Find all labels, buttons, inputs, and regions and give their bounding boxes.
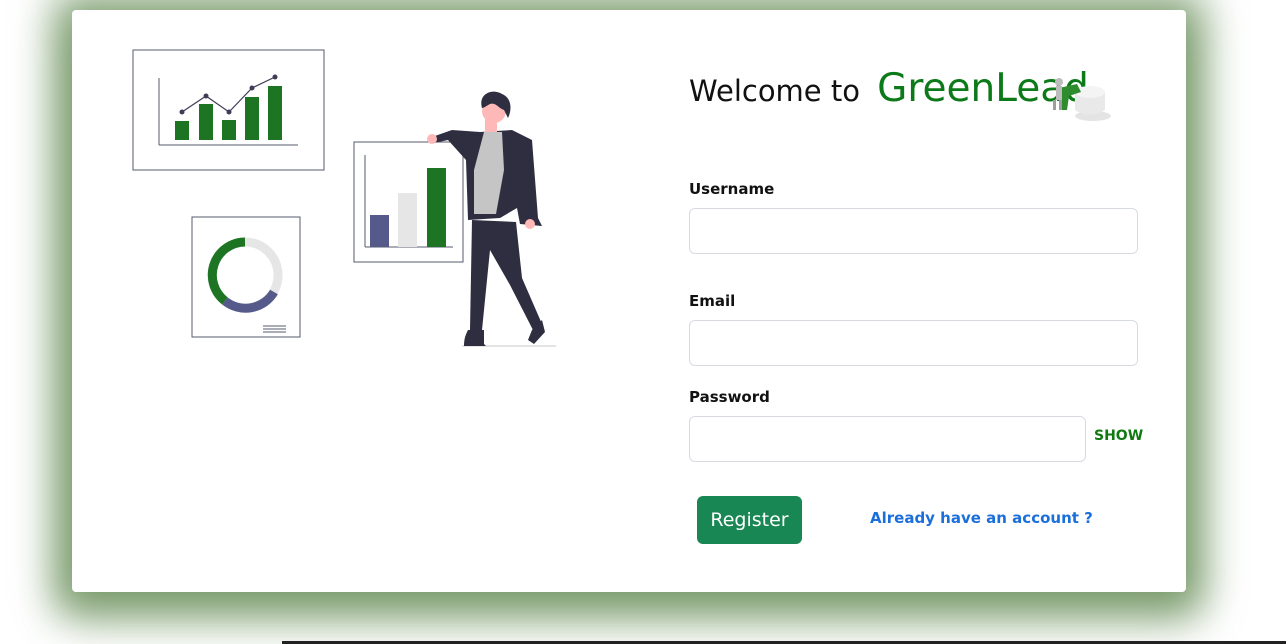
people-puzzle-logo-icon <box>1053 78 1111 121</box>
register-card: Welcome to GreenLead Username Email Pass… <box>72 10 1186 592</box>
show-password-toggle[interactable]: SHOW <box>1094 428 1143 444</box>
business-analytics-illustration <box>132 49 556 347</box>
username-label: Username <box>689 180 775 198</box>
email-input[interactable] <box>689 320 1138 366</box>
username-input[interactable] <box>689 208 1138 254</box>
bar-line-chart-icon <box>132 49 325 171</box>
welcome-text: Welcome to <box>689 74 860 108</box>
bar-chart-board-icon <box>353 141 464 263</box>
password-input[interactable] <box>689 416 1086 462</box>
register-button[interactable]: Register <box>697 496 802 544</box>
login-link[interactable]: Already have an account ? <box>870 509 1093 527</box>
password-label: Password <box>689 388 770 406</box>
email-label: Email <box>689 292 736 310</box>
donut-chart-icon <box>191 216 301 338</box>
page-title: Welcome to GreenLead <box>689 66 1089 111</box>
